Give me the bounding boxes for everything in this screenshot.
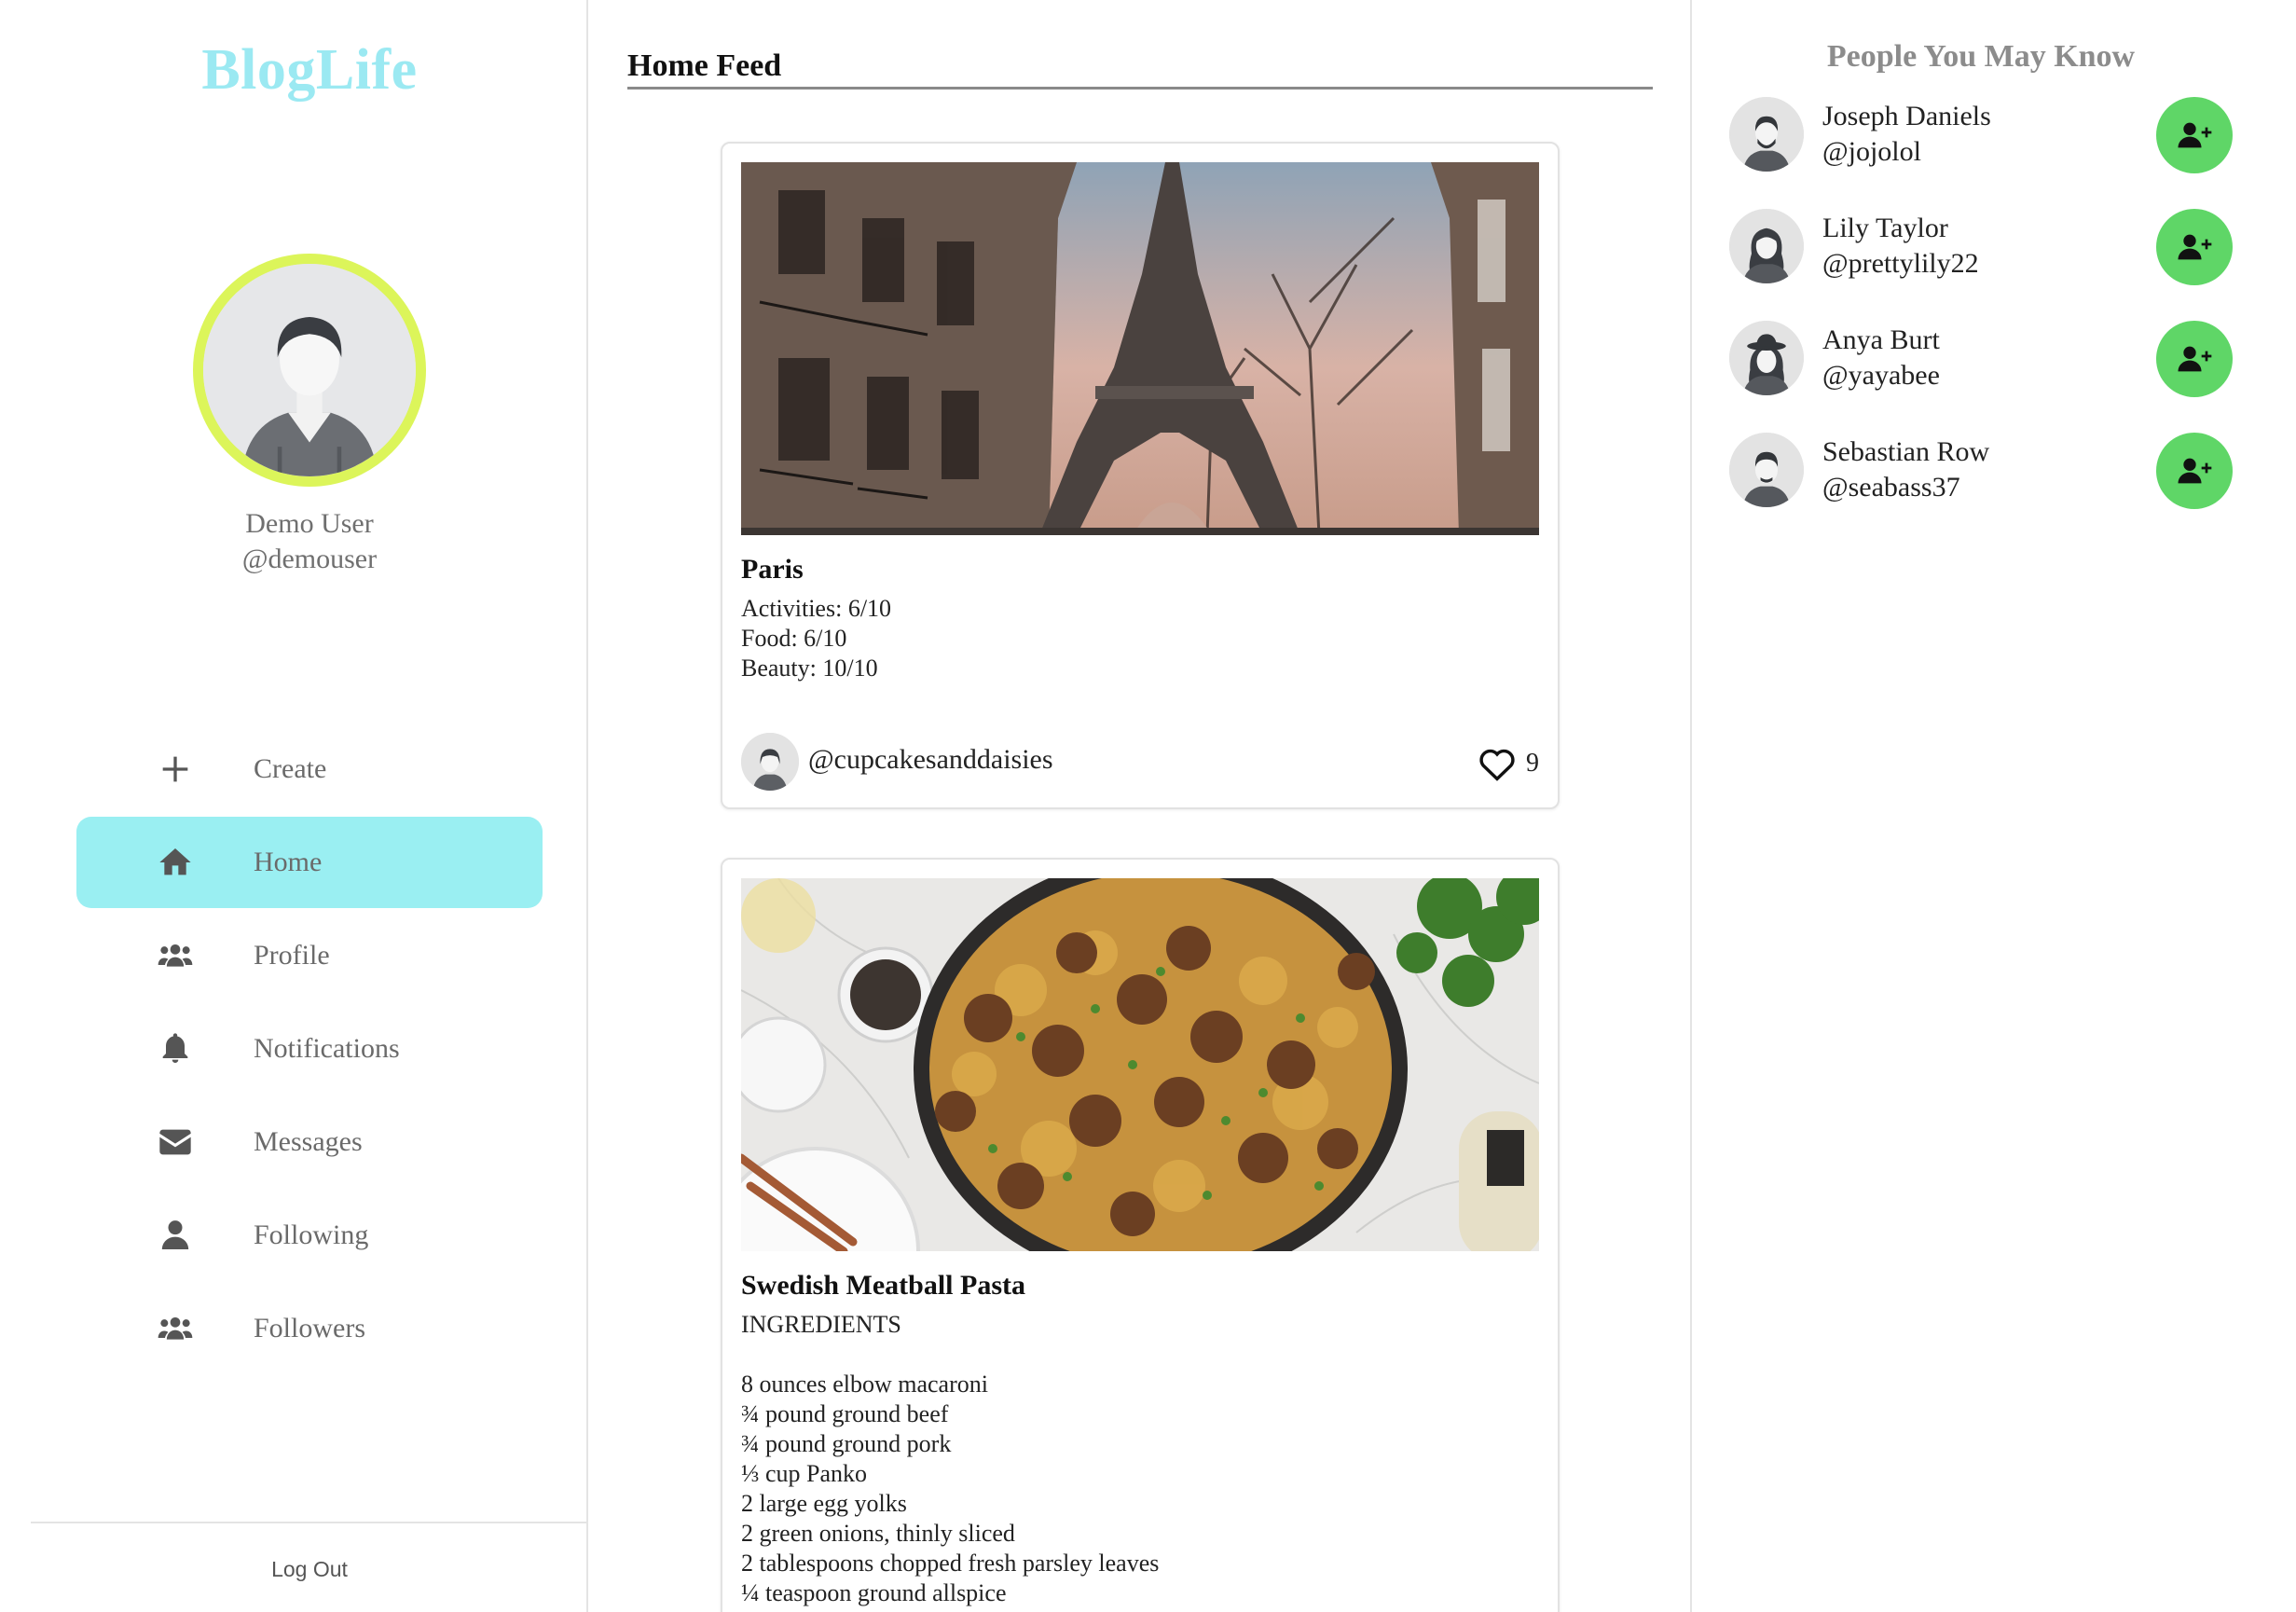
- heart-icon: [1479, 749, 1515, 781]
- logout-section: Log Out: [31, 1522, 588, 1612]
- home-feed: Home Feed Paris Activities: 6/10 Food: 6…: [590, 0, 1690, 1612]
- users-icon: [157, 937, 194, 974]
- post-card[interactable]: Paris Activities: 6/10 Food: 6/10 Beauty…: [721, 142, 1560, 809]
- user-plus-icon: [2178, 234, 2212, 260]
- add-friend-button[interactable]: [2156, 321, 2233, 397]
- person-avatar[interactable]: [1729, 97, 1804, 172]
- person-name: Anya Burt: [1822, 324, 1940, 355]
- nav-label: Following: [254, 1219, 369, 1250]
- profile-info: Demo User @demouser: [31, 506, 588, 577]
- add-friend-button[interactable]: [2156, 209, 2233, 285]
- nav-label: Create: [254, 753, 327, 784]
- person-avatar-icon: [741, 733, 799, 791]
- nav-label: Notifications: [254, 1033, 400, 1064]
- brand-logo[interactable]: BlogLife: [31, 37, 588, 103]
- person-avatar-icon: [203, 264, 416, 476]
- post-footer: @cupcakesanddaisies 9: [741, 733, 1539, 791]
- add-friend-button[interactable]: [2156, 433, 2233, 509]
- suggestions-title: People You May Know: [1826, 39, 2136, 74]
- person-avatar[interactable]: [1729, 321, 1804, 395]
- users-icon: [157, 1310, 194, 1347]
- person-handle: @seabass37: [1822, 472, 1960, 503]
- envelope-icon: [157, 1123, 194, 1161]
- nav-messages[interactable]: Messages: [76, 1096, 543, 1188]
- post-body: INGREDIENTS 8 ounces elbow macaroni ¾ po…: [741, 1311, 1160, 1606]
- bell-icon: [157, 1030, 194, 1068]
- person-avatar-icon: [1729, 209, 1804, 283]
- user-plus-icon: [2178, 458, 2212, 484]
- add-friend-button[interactable]: [2156, 97, 2233, 173]
- suggestion-item: Lily Taylor @prettylily22: [1729, 209, 2233, 285]
- nav-create[interactable]: Create: [76, 723, 543, 815]
- profile-name: Demo User: [245, 508, 374, 539]
- person-handle: @jojolol: [1822, 136, 1921, 167]
- eiffel-tower-photo[interactable]: [741, 162, 1539, 535]
- person-name: Joseph Daniels: [1822, 101, 1991, 131]
- user-plus-icon: [2178, 122, 2212, 148]
- post-body: Activities: 6/10 Food: 6/10 Beauty: 10/1…: [741, 595, 892, 682]
- user-icon: [157, 1217, 194, 1254]
- like-button[interactable]: 9: [1478, 746, 1539, 781]
- person-avatar-icon: [1729, 433, 1804, 507]
- person-avatar[interactable]: [1729, 209, 1804, 283]
- person-avatar-icon: [1729, 321, 1804, 395]
- nav-label: Messages: [254, 1126, 363, 1157]
- post-title: Paris: [741, 554, 804, 585]
- like-count: 9: [1526, 749, 1539, 778]
- suggestion-item: Sebastian Row @seabass37: [1729, 433, 2233, 509]
- nav-label: Profile: [254, 940, 330, 971]
- logout-button[interactable]: Log Out: [31, 1557, 588, 1582]
- nav-label: Followers: [254, 1313, 365, 1343]
- person-handle: @prettylily22: [1822, 248, 1979, 279]
- suggestion-item: Joseph Daniels @jojolol: [1729, 97, 2233, 173]
- nav-label: Home: [254, 847, 323, 877]
- suggestions-sidebar: People You May Know Joseph Daniels @jojo…: [1690, 0, 2268, 1612]
- nav-home[interactable]: Home: [76, 817, 543, 908]
- person-name: Sebastian Row: [1822, 436, 1990, 467]
- profile-handle: @demouser: [241, 544, 378, 574]
- post-card[interactable]: Swedish Meatball Pasta INGREDIENTS 8 oun…: [721, 858, 1560, 1612]
- meatball-pasta-photo[interactable]: [741, 878, 1539, 1251]
- author-avatar[interactable]: [741, 733, 799, 791]
- nav-followers[interactable]: Followers: [76, 1283, 543, 1374]
- feed-title: Home Feed: [627, 48, 782, 83]
- nav-following[interactable]: Following: [76, 1190, 543, 1281]
- post-title: Swedish Meatball Pasta: [741, 1270, 1026, 1301]
- plus-icon: [157, 751, 194, 788]
- profile-avatar[interactable]: [193, 254, 426, 487]
- nav-notifications[interactable]: Notifications: [76, 1003, 543, 1095]
- divider: [627, 87, 1653, 90]
- author-handle[interactable]: @cupcakesanddaisies: [808, 744, 1053, 776]
- person-name: Lily Taylor: [1822, 213, 1948, 243]
- left-sidebar: BlogLife Demo User @demouser Create Home: [31, 0, 588, 1612]
- suggestion-item: Anya Burt @yayabee: [1729, 321, 2233, 397]
- user-plus-icon: [2178, 346, 2212, 372]
- person-avatar[interactable]: [1729, 433, 1804, 507]
- person-avatar-icon: [1729, 97, 1804, 172]
- home-icon: [157, 844, 194, 881]
- person-handle: @yayabee: [1822, 360, 1940, 391]
- main-nav: Create Home Profile Notifications Messag…: [76, 723, 543, 1376]
- nav-profile[interactable]: Profile: [76, 910, 543, 1001]
